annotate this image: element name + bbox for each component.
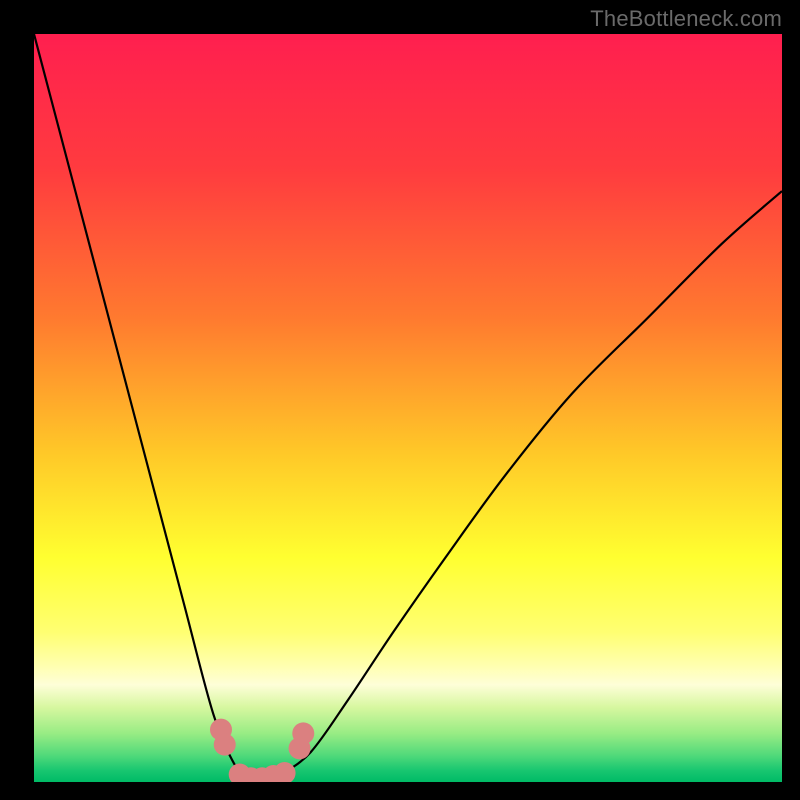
chart-frame: TheBottleneck.com	[0, 0, 800, 800]
plot-area	[34, 34, 782, 782]
marker-dot	[214, 734, 236, 756]
curve-line	[34, 34, 782, 782]
highlight-markers	[210, 719, 314, 782]
bottleneck-curve	[34, 34, 782, 782]
watermark-text: TheBottleneck.com	[590, 6, 782, 32]
marker-dot	[274, 762, 296, 782]
marker-dot	[292, 722, 314, 744]
